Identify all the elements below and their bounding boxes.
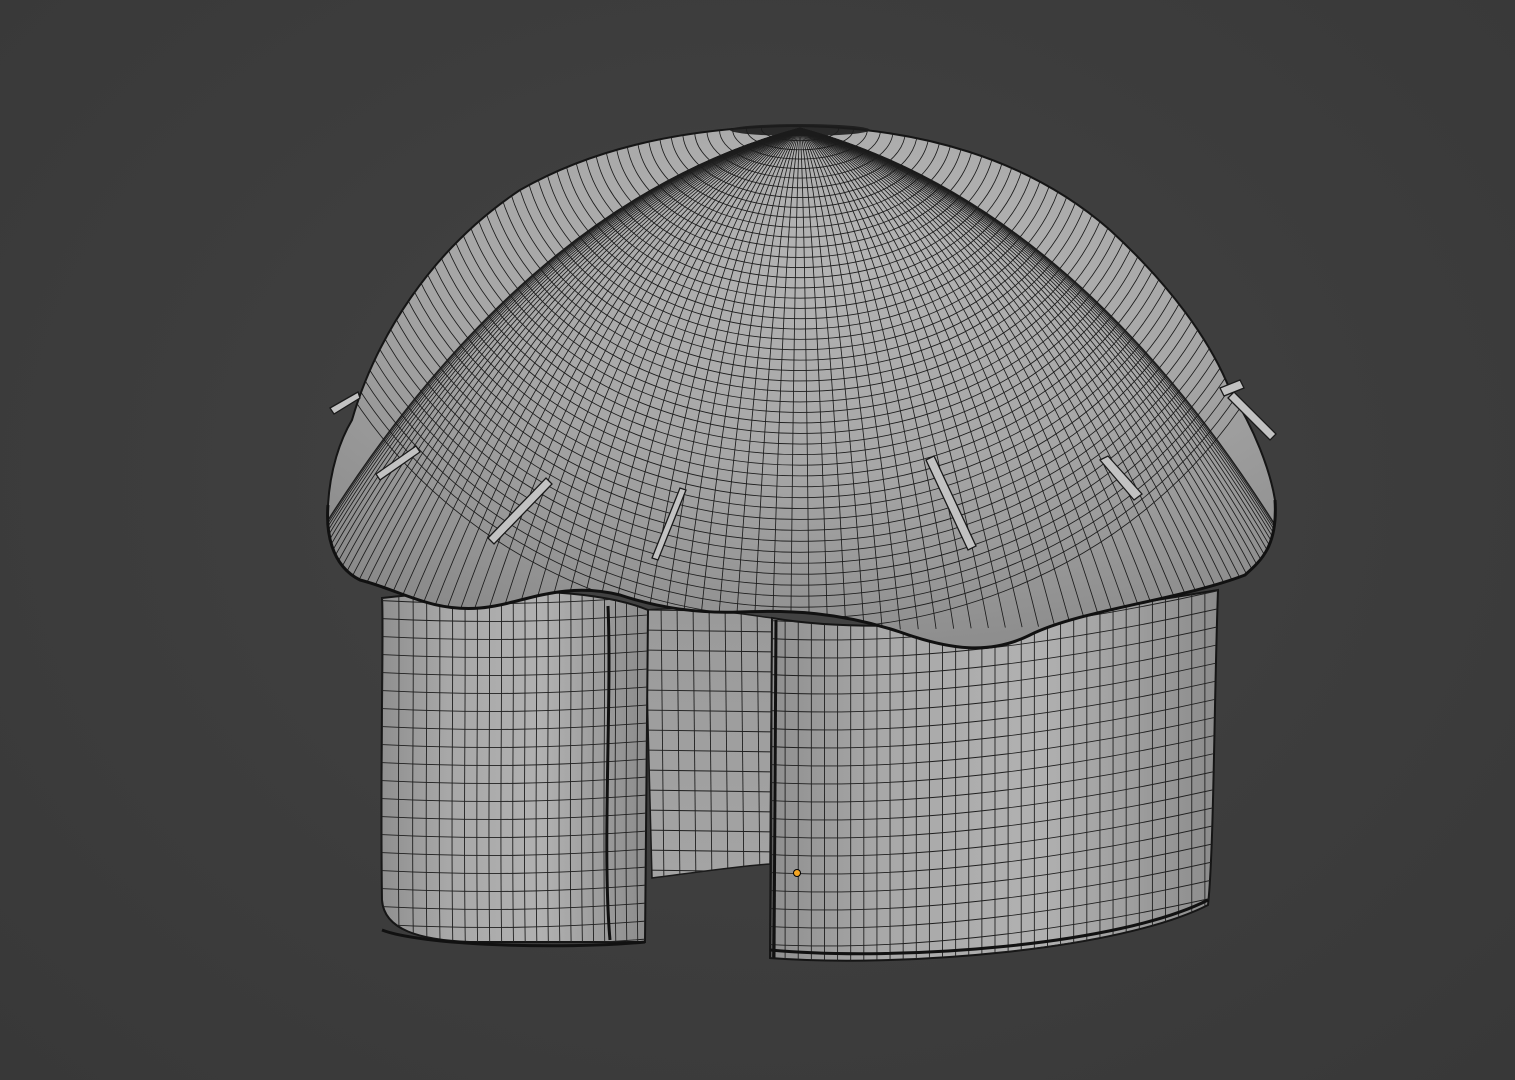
wire-edge: [784, 590, 786, 961]
wire-edge: [1125, 590, 1127, 961]
wire-edge: [1059, 590, 1062, 961]
wire-edge: [1191, 590, 1193, 961]
wire-edge: [863, 590, 865, 961]
wire-edge: [889, 590, 891, 961]
hut-roof: [326, 124, 1277, 650]
wire-edge: [1072, 590, 1075, 961]
wire-edge: [1138, 590, 1141, 961]
wire-edge: [1204, 590, 1206, 961]
hut-interior: [644, 607, 773, 879]
wire-edge: [1086, 590, 1088, 961]
wire-edge: [902, 590, 904, 961]
wire-edge: [1033, 590, 1036, 961]
wire-edge: [1217, 590, 1218, 961]
wire-edge: [1177, 590, 1180, 961]
wire-edge: [876, 590, 878, 961]
hut-wall-left: [380, 589, 650, 948]
object-origin-marker[interactable]: [793, 869, 801, 877]
hut-mesh-scene[interactable]: [0, 0, 1515, 1080]
wire-edge: [1112, 590, 1114, 961]
wire-edge: [1164, 590, 1167, 961]
wire-edge: [915, 590, 918, 961]
3d-viewport[interactable]: [0, 0, 1515, 1080]
